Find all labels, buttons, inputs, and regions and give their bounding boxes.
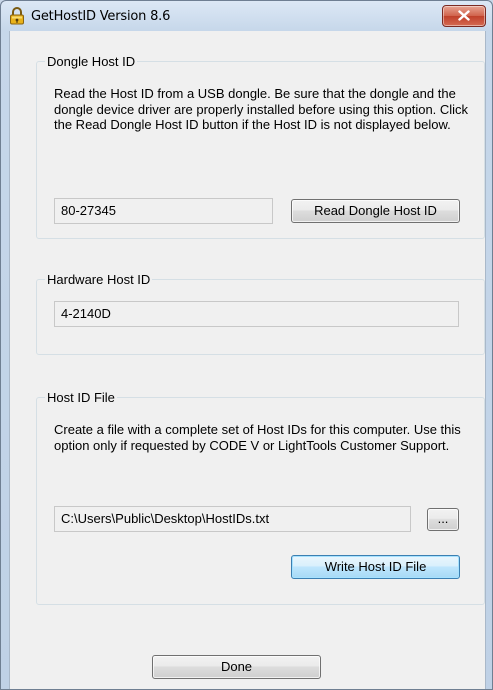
dongle-host-id-group: Dongle Host ID Read the Host ID from a U…	[36, 54, 485, 239]
dialog-body: Dongle Host ID Read the Host ID from a U…	[9, 31, 486, 689]
close-button[interactable]	[442, 5, 486, 27]
host-id-file-description: Create a file with a complete set of Hos…	[54, 422, 461, 453]
dongle-description: Read the Host ID from a USB dongle. Be s…	[54, 86, 469, 132]
write-host-id-file-button[interactable]: Write Host ID File	[291, 555, 460, 579]
hardware-host-id-group: Hardware Host ID 4-2140D	[36, 272, 485, 355]
window-title: GetHostID Version 8.6	[31, 9, 171, 24]
title-bar[interactable]: GetHostID Version 8.6	[1, 1, 492, 31]
host-id-file-path-field[interactable]: C:\Users\Public\Desktop\HostIDs.txt	[54, 506, 411, 532]
app-window: GetHostID Version 8.6 Dongle Host ID Rea…	[0, 0, 493, 690]
done-button[interactable]: Done	[152, 655, 321, 679]
close-icon	[458, 9, 470, 24]
dongle-host-id-field[interactable]: 80-27345	[54, 198, 273, 224]
read-dongle-host-id-button[interactable]: Read Dongle Host ID	[291, 199, 460, 223]
padlock-key-icon	[9, 7, 25, 25]
browse-button[interactable]: ...	[427, 508, 459, 531]
hardware-group-title: Hardware Host ID	[45, 272, 153, 287]
hardware-host-id-field[interactable]: 4-2140D	[54, 301, 459, 327]
host-id-file-group: Host ID File Create a file with a comple…	[36, 390, 485, 605]
host-id-file-group-title: Host ID File	[45, 390, 117, 405]
dongle-group-title: Dongle Host ID	[45, 54, 138, 69]
